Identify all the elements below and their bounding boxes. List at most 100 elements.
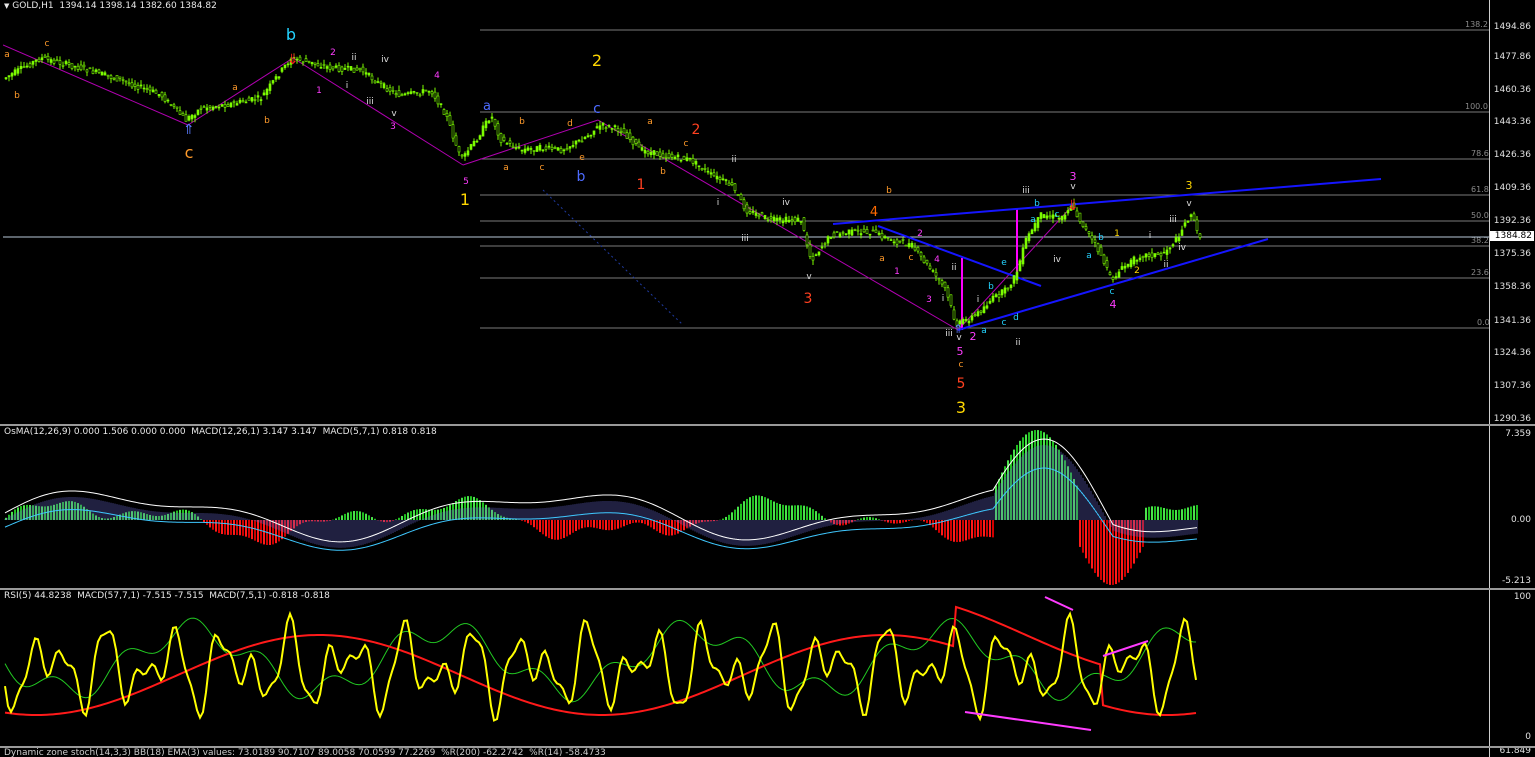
candle-body [478, 135, 482, 140]
candle-body [235, 103, 239, 106]
candle-body [433, 91, 437, 99]
osma-bar [857, 519, 859, 520]
osma-bar [725, 516, 727, 520]
osma-bar [620, 520, 622, 528]
price-tick: 1324.36 [1493, 348, 1531, 358]
candle-body [817, 251, 821, 256]
candle-body [97, 69, 101, 73]
current-price-tag: 1384.82 [1490, 231, 1534, 241]
stoch-axis[interactable]: 61.849 [1489, 748, 1535, 757]
candle-body [943, 281, 947, 289]
price-chart-pane[interactable]: 138.2 100.0 78.6 61.8 50.0 38.2 23.6 0.0 [0, 0, 1535, 424]
candle-body [841, 231, 845, 234]
candle-body [457, 146, 461, 153]
osma-pane[interactable]: OsMA(12,26,9) 0.000 1.506 0.000 0.000 MA… [0, 426, 1535, 588]
candle-body [601, 122, 605, 126]
candle-body [406, 92, 410, 94]
candle-body [1186, 220, 1190, 223]
osma-bar [584, 520, 586, 528]
rsi-axis[interactable]: 100 0 [1489, 590, 1535, 746]
candle-body [814, 254, 818, 256]
candle-body [412, 91, 416, 93]
candle-body [919, 252, 923, 257]
candle-body [583, 136, 587, 140]
osma-bar [356, 510, 358, 520]
osma-bar [533, 520, 535, 528]
candle-body [832, 232, 836, 238]
osma-bar [1094, 520, 1096, 573]
subwave-label: ii [1163, 260, 1168, 270]
candle-body [763, 215, 767, 219]
candle-body [886, 237, 890, 239]
candle-body [589, 134, 593, 137]
candle-body [877, 232, 881, 235]
subwave-label: e [579, 153, 585, 163]
fib-grid [480, 29, 1490, 329]
osma-bar [770, 500, 772, 520]
subwave-label: ii [951, 263, 956, 273]
candle-body [757, 214, 761, 218]
osma-bar [905, 520, 907, 522]
osma-bar [527, 520, 529, 524]
subwave-label: c [684, 139, 689, 149]
wave-label: 5 [957, 376, 966, 392]
candle-body [787, 219, 791, 223]
osma-bar [401, 515, 403, 520]
candle-body [1090, 235, 1094, 240]
osma-bar [740, 503, 742, 520]
candle-body [268, 83, 272, 91]
stoch-pane[interactable]: Dynamic zone stoch(14,3,3) BB(18) EMA(3)… [0, 748, 1535, 757]
candle-body [904, 244, 908, 247]
candle-body [439, 103, 443, 105]
osma-bar [569, 520, 571, 535]
candle-body [382, 83, 386, 88]
candle-body [1099, 246, 1103, 256]
osma-bar [1187, 507, 1189, 520]
candle-body [874, 229, 878, 233]
candle-body [883, 236, 887, 239]
candle-body [1165, 249, 1169, 255]
candle-body [868, 233, 872, 236]
trend-lines[interactable] [832, 178, 1382, 331]
candle-body [850, 229, 854, 236]
candle-body [1189, 214, 1193, 217]
osma-bar [815, 511, 817, 520]
candle-body [1147, 253, 1151, 257]
price-axis[interactable]: 1384.82 1494.86 1477.86 1460.36 1443.36 1426… [1489, 0, 1535, 424]
osma-axis[interactable]: 7.359 0.00 -5.213 [1489, 426, 1535, 588]
candle-body [718, 177, 722, 181]
candle-body [1003, 287, 1007, 294]
axis-tick: 61.849 [1499, 748, 1532, 756]
candle-body [361, 66, 365, 73]
osma-bar [1148, 506, 1150, 520]
price-plot[interactable]: 138.2 100.0 78.6 61.8 50.0 38.2 23.6 0.0 [3, 0, 1490, 424]
subwave-label: i [942, 294, 945, 304]
candle-body [106, 74, 110, 77]
rsi-plot [4, 596, 1197, 731]
candle-body [472, 140, 476, 147]
osma-bar [404, 514, 406, 520]
osma-bar [779, 504, 781, 520]
candle-body [847, 229, 851, 235]
wave-label: 2 [592, 51, 602, 70]
candle-body [967, 320, 971, 324]
candle-body [553, 147, 557, 149]
candle-body [805, 234, 809, 246]
rsi-pane[interactable]: RSI(5) 44.8238 MACD(57,7,1) -7.515 -7.51… [0, 590, 1535, 746]
candle-body [367, 72, 371, 76]
osma-bar [212, 520, 214, 530]
candle-body [313, 62, 317, 65]
candle-body [724, 179, 728, 182]
candle-body [631, 136, 635, 146]
subwave-label: b [264, 116, 270, 126]
candle-body [685, 157, 689, 162]
wave-label: 2 [970, 330, 977, 343]
candle-body [118, 76, 122, 79]
candle-body [664, 156, 668, 159]
candle-body [163, 94, 167, 102]
candle-body [403, 93, 407, 96]
candle-body [1081, 221, 1085, 227]
subwave-label: iv [1178, 243, 1187, 253]
candle-body [274, 76, 278, 80]
osma-bar [737, 506, 739, 520]
